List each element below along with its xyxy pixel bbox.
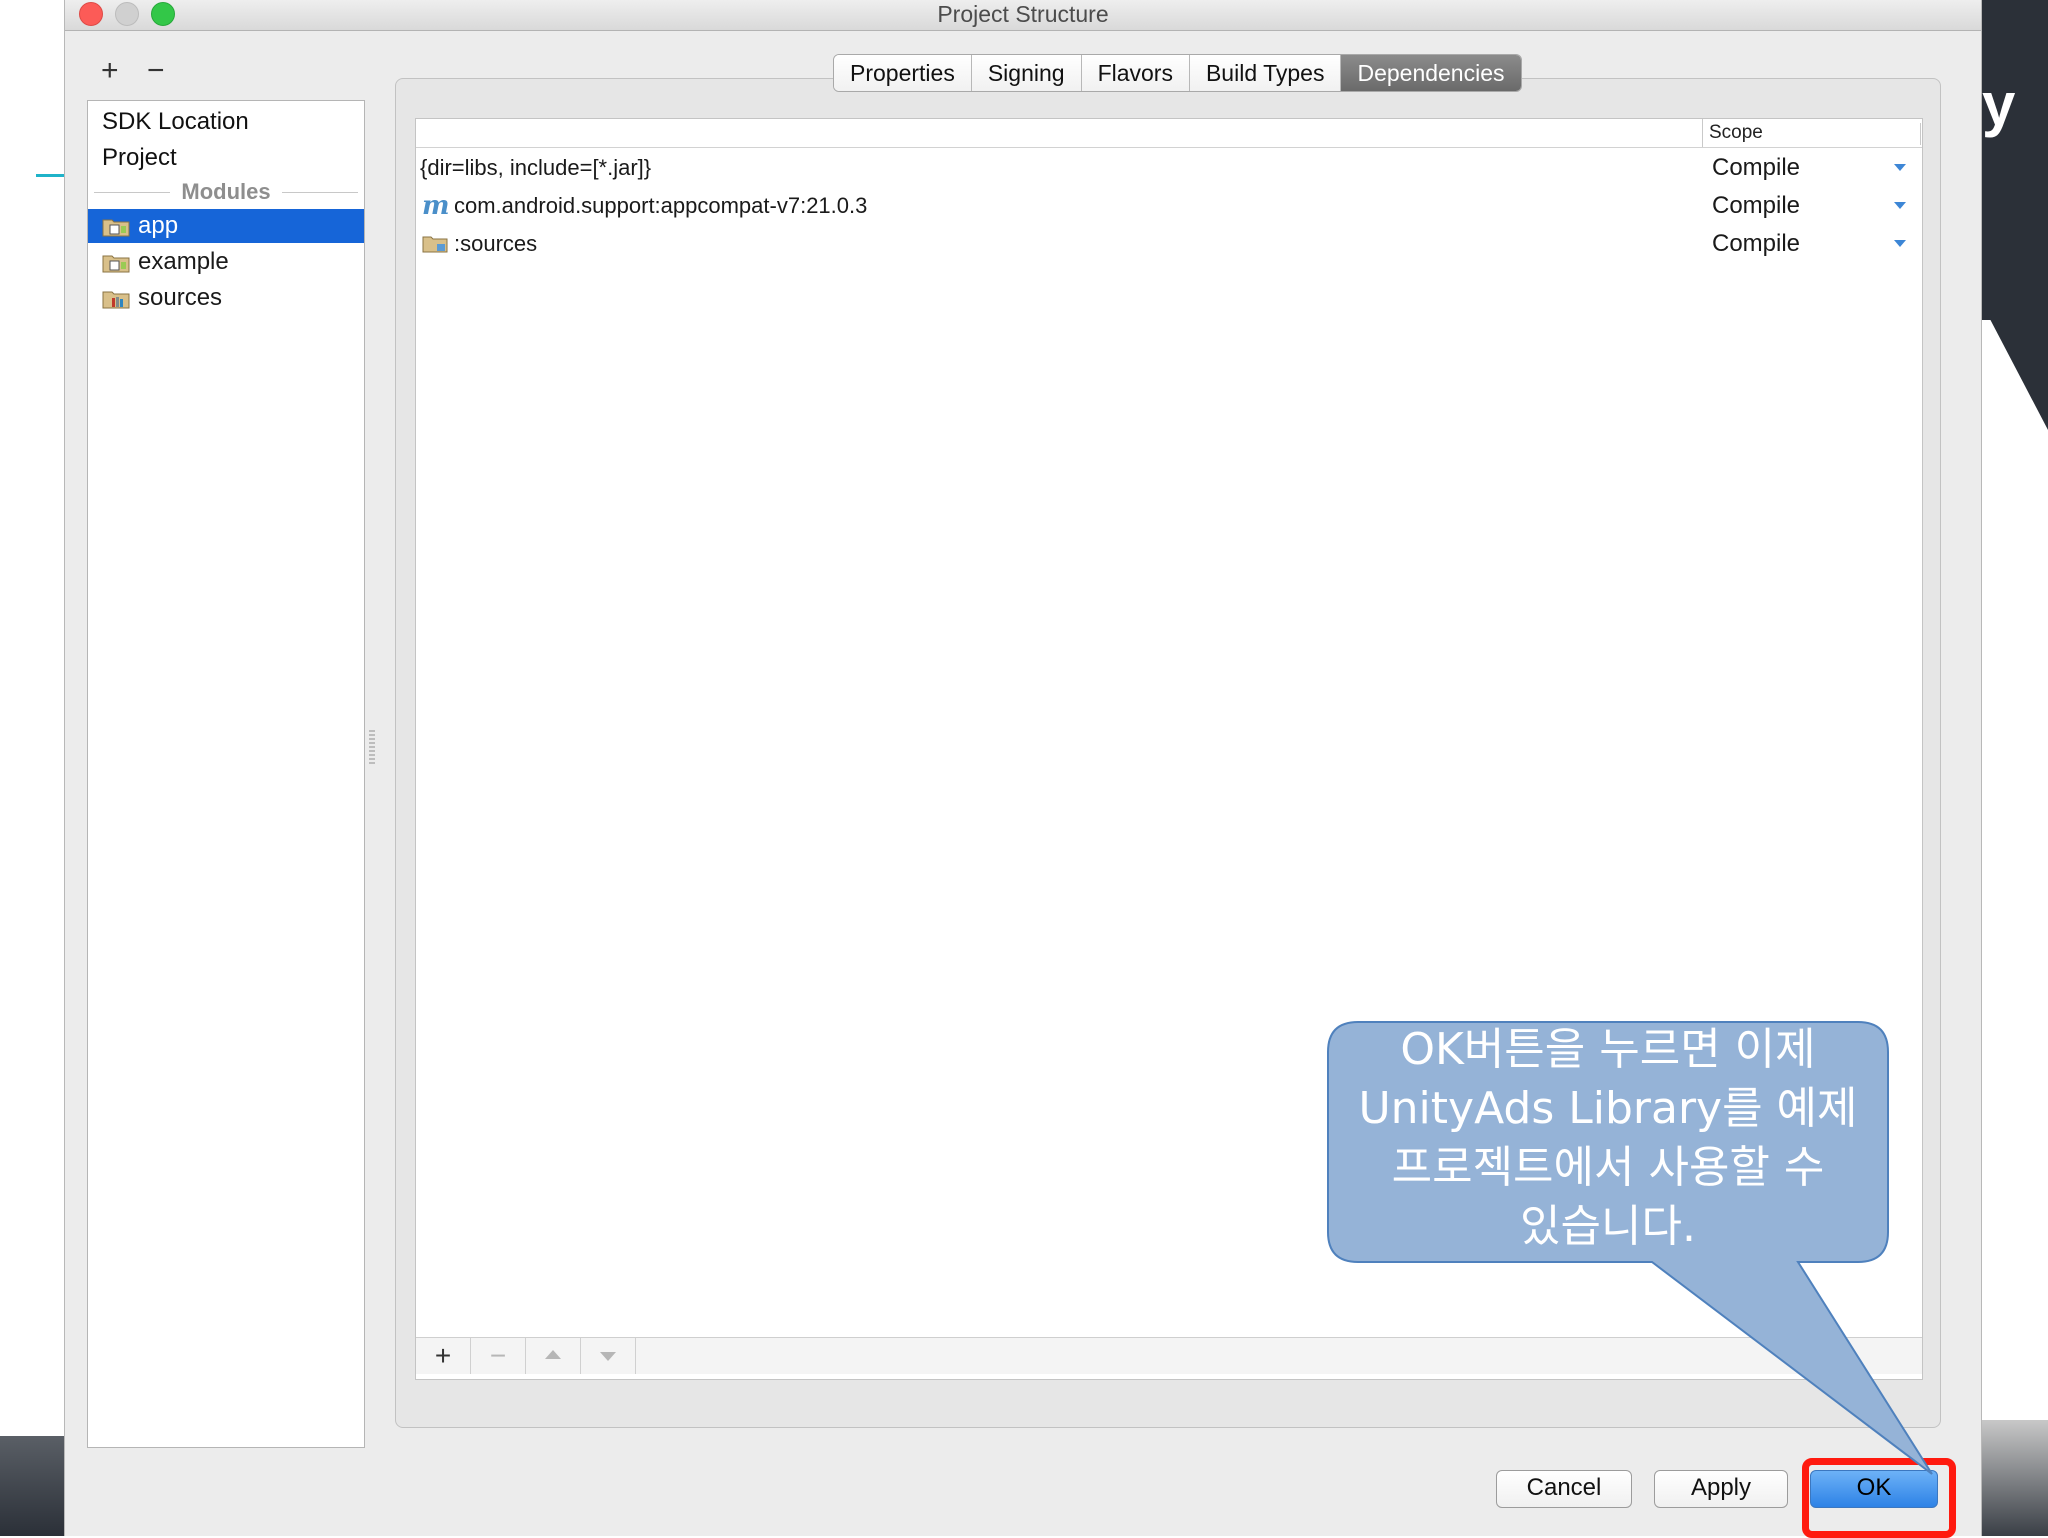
library-module-icon — [102, 291, 130, 309]
tab-signing[interactable]: Signing — [971, 55, 1082, 91]
module-label: app — [138, 212, 179, 239]
callout-line-3: 프로젝트에서 사용할 수 — [1391, 1142, 1825, 1193]
dropdown-arrow-icon[interactable] — [1894, 164, 1906, 171]
scope-dropdown[interactable]: Compile — [1712, 187, 1800, 225]
tab-dependencies[interactable]: Dependencies — [1341, 55, 1521, 91]
scope-dropdown[interactable]: Compile — [1712, 225, 1800, 263]
callout-line-2: UnityAds Library를 예제 — [1358, 1083, 1858, 1134]
title-bar: Project Structure — [65, 0, 1981, 31]
dependency-name: :sources — [454, 231, 538, 256]
ok-highlight-annotation — [1802, 1458, 1956, 1538]
arrow-up-icon — [545, 1350, 561, 1359]
left-nav-panel: SDK Location Project Modules app example — [87, 100, 365, 1448]
modules-header-text: Modules — [177, 179, 275, 204]
module-label: sources — [138, 284, 223, 311]
cancel-button[interactable]: Cancel — [1496, 1470, 1632, 1508]
module-label: example — [138, 248, 229, 275]
slide-background-bottom-right — [1980, 1420, 2048, 1536]
nav-item-project[interactable]: Project — [102, 141, 177, 175]
dropdown-arrow-icon[interactable] — [1894, 240, 1906, 247]
apply-button[interactable]: Apply — [1654, 1470, 1788, 1508]
dependency-name: {dir=libs, include=[*.jar]} — [420, 155, 652, 180]
remove-module-button[interactable]: − — [147, 56, 165, 86]
module-folder-icon — [422, 236, 448, 253]
nav-item-sdk-location[interactable]: SDK Location — [102, 105, 249, 139]
add-dependency-button[interactable]: + — [416, 1338, 471, 1374]
slide-background-wedge — [1980, 300, 2048, 430]
project-structure-dialog: Project Structure + − SDK Location Proje… — [64, 0, 1982, 1536]
table-row[interactable]: m com.android.support:appcompat-v7:21.0.… — [416, 187, 1922, 225]
slide-background-white-panel — [1980, 320, 2048, 1420]
module-item-example[interactable]: example — [88, 245, 364, 279]
window-title: Project Structure — [937, 1, 1109, 27]
table-header: Scope — [416, 119, 1922, 148]
tab-properties[interactable]: Properties — [834, 55, 972, 91]
module-item-app[interactable]: app — [88, 209, 364, 243]
callout-line-4: 있습니다. — [1520, 1201, 1696, 1252]
android-module-icon — [102, 255, 130, 273]
tab-bar: Properties Signing Flavors Build Types D… — [833, 54, 1522, 92]
module-item-sources[interactable]: sources — [88, 281, 364, 315]
table-row[interactable]: {dir=libs, include=[*.jar]} Compile — [416, 149, 1922, 187]
remove-dependency-button[interactable]: − — [471, 1338, 526, 1374]
slide-title-fragment: y — [1982, 71, 2016, 138]
arrow-down-icon — [600, 1352, 616, 1361]
scope-column-header[interactable]: Scope — [1702, 119, 1763, 147]
column-divider — [1920, 123, 1921, 145]
scope-dropdown[interactable]: Compile — [1712, 149, 1800, 187]
table-row[interactable]: :sources Compile — [416, 225, 1922, 263]
move-up-button[interactable] — [526, 1338, 581, 1374]
callout-text: OK버튼을 누르면 이제 UnityAds Library를 예제 프로젝트에서… — [1330, 1020, 1886, 1260]
android-module-icon — [102, 219, 130, 237]
tab-build-types[interactable]: Build Types — [1189, 55, 1342, 91]
panel-splitter[interactable] — [369, 730, 375, 764]
dropdown-arrow-icon[interactable] — [1894, 202, 1906, 209]
move-down-button[interactable] — [581, 1338, 636, 1374]
dependency-name: com.android.support:appcompat-v7:21.0.3 — [454, 193, 868, 218]
tab-flavors[interactable]: Flavors — [1081, 55, 1190, 91]
modules-separator: Modules — [88, 175, 364, 209]
table-toolbar: + − — [416, 1337, 1922, 1374]
modules-header: Modules — [88, 175, 364, 209]
maven-icon: m — [422, 191, 450, 221]
slide-accent-line — [36, 174, 66, 177]
callout-line-1: OK버튼을 누르면 이제 — [1400, 1024, 1816, 1075]
slide-background-bottom-left — [0, 1436, 64, 1536]
add-module-button[interactable]: + — [101, 56, 119, 86]
